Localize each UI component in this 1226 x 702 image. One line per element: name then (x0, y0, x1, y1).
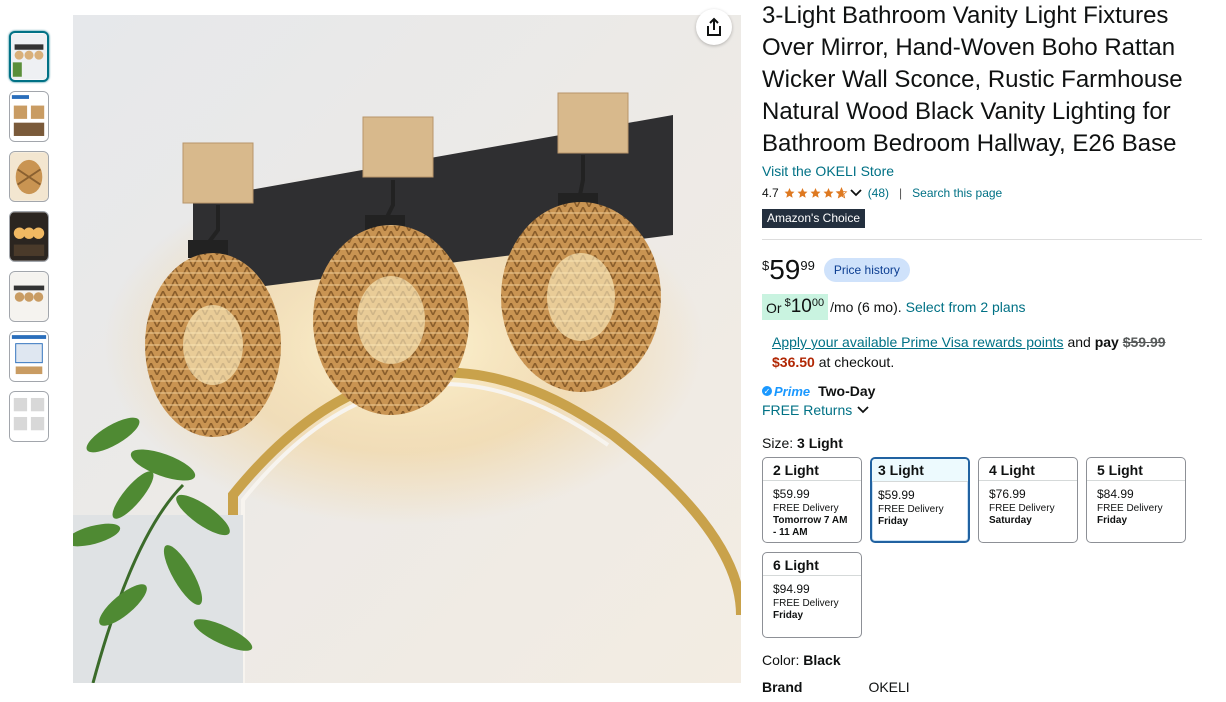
thumbnail-2[interactable] (9, 91, 49, 142)
thumbnail-4[interactable] (9, 211, 49, 262)
price-fraction: 99 (800, 258, 815, 273)
divider (762, 239, 1202, 240)
thumbnail-1[interactable] (9, 31, 49, 82)
size-option-3-light[interactable]: 3 Light $59.99 FREE Delivery Friday (870, 457, 970, 543)
size-selected: 3 Light (797, 435, 843, 451)
size-option-price: $59.99 (878, 488, 915, 502)
visa-rewards: Apply your available Prime Visa rewards … (772, 332, 1208, 372)
badge-prefix: Amazon's (767, 211, 820, 225)
brand-value: OKELI (868, 679, 910, 695)
select-plans-link[interactable]: Select from 2 plans (906, 299, 1026, 315)
size-option-price: $76.99 (989, 487, 1026, 501)
main-product-image[interactable] (73, 15, 741, 683)
monthly-whole: 10 (790, 296, 812, 317)
checkout-text: at checkout. (818, 354, 895, 370)
thumbnail-5[interactable] (9, 271, 49, 322)
thumbnail-list (9, 31, 49, 451)
monthly-fraction: 00 (811, 297, 825, 309)
color-label: Color: Black (762, 652, 1208, 668)
thumbnail-6[interactable] (9, 331, 49, 382)
rating-count[interactable]: (48) (868, 186, 889, 200)
size-option-6-light[interactable]: 6 Light $94.99 FREE Delivery Friday (762, 552, 862, 638)
monthly-price-box: Or $ 10 00 (762, 294, 829, 320)
color-label-text: Color: (762, 652, 800, 668)
check-icon: ✓ (762, 386, 772, 396)
brand-label: Brand (762, 679, 803, 695)
product-title: 3-Light Bathroom Vanity Light Fixtures O… (762, 2, 1183, 157)
price-row: $ 59 99 Price history (762, 255, 1208, 285)
product-info: 3-Light Bathroom Vanity Light Fixtures O… (762, 0, 1208, 695)
free-returns-link[interactable]: FREE Returns (762, 402, 1208, 418)
size-option-price: $59.99 (773, 487, 810, 501)
free-returns-label: FREE Returns (762, 402, 853, 418)
badge-suffix: Choice (822, 211, 861, 225)
chevron-down-icon (850, 189, 862, 197)
size-options: 2 Light $59.99 FREE Delivery Tomorrow 7 … (762, 457, 1208, 638)
size-option-name: 3 Light (872, 459, 968, 482)
star-icon (823, 188, 834, 198)
rating-row: 4.7 (48) | Search this page (762, 184, 1208, 202)
size-option-delivery: FREE Delivery (878, 504, 944, 515)
pay-text: pay (1094, 334, 1119, 350)
rating-value: 4.7 (762, 186, 779, 200)
size-option-name: 6 Light (763, 553, 861, 576)
and-text: and (1067, 334, 1091, 350)
size-option-name: 4 Light (979, 458, 1077, 481)
size-option-date: Tomorrow 7 AM - 11 AM (773, 515, 848, 538)
size-option-date: Saturday (989, 515, 1032, 526)
search-page-link[interactable]: Search this page (912, 186, 1002, 200)
price-symbol: $ (762, 258, 770, 273)
amazons-choice-badge[interactable]: Amazon's Choice (762, 209, 866, 228)
star-rating[interactable] (783, 187, 862, 199)
size-option-delivery: FREE Delivery (989, 503, 1055, 514)
prime-logo: Prime (774, 383, 811, 399)
price: $ 59 99 (762, 256, 815, 284)
two-day-label: Two-Day (818, 383, 876, 399)
chevron-down-icon (857, 405, 869, 415)
store-link[interactable]: Visit the OKELI Store (762, 163, 1208, 179)
size-option-4-light[interactable]: 4 Light $76.99 FREE Delivery Saturday (978, 457, 1078, 543)
monthly-payment-row: Or $ 10 00 /mo (6 mo). Select from 2 pla… (762, 294, 1208, 320)
size-option-delivery: FREE Delivery (773, 503, 839, 514)
share-icon (707, 17, 721, 36)
size-option-date: Friday (773, 610, 804, 621)
star-half-icon (835, 187, 848, 199)
size-label: Size: 3 Light (762, 435, 1208, 451)
size-option-price: $84.99 (1097, 487, 1134, 501)
original-price: $59.99 (1122, 334, 1166, 350)
size-option-date: Friday (878, 516, 909, 527)
share-button[interactable] (696, 9, 732, 45)
brand-row: Brand OKELI (762, 679, 1208, 695)
separator: | (899, 186, 903, 200)
color-value: Black (803, 652, 841, 668)
size-label-text: Size: (762, 435, 794, 451)
star-icon (797, 188, 808, 198)
star-icon (810, 188, 821, 198)
rewards-price: $36.50 (772, 354, 815, 370)
size-option-2-light[interactable]: 2 Light $59.99 FREE Delivery Tomorrow 7 … (762, 457, 862, 543)
size-option-delivery: FREE Delivery (1097, 503, 1163, 514)
thumbnail-3[interactable] (9, 151, 49, 202)
size-option-5-light[interactable]: 5 Light $84.99 FREE Delivery Friday (1086, 457, 1186, 543)
or-label: Or (766, 300, 782, 316)
monthly-term: /mo (6 mo). (830, 299, 902, 315)
prime-visa-link[interactable]: Apply your available Prime Visa rewards … (772, 334, 1064, 350)
size-option-name: 2 Light (763, 458, 861, 481)
size-option-price: $94.99 (773, 582, 810, 596)
size-option-name: 5 Light (1087, 458, 1185, 481)
price-history-button[interactable]: Price history (823, 258, 910, 282)
star-icon (784, 188, 795, 198)
size-option-delivery: FREE Delivery (773, 598, 839, 609)
thumbnail-7[interactable] (9, 391, 49, 442)
price-whole: 59 (769, 254, 801, 285)
prime-row: ✓ Prime Two-Day (762, 383, 1208, 399)
size-option-date: Friday (1097, 515, 1128, 526)
